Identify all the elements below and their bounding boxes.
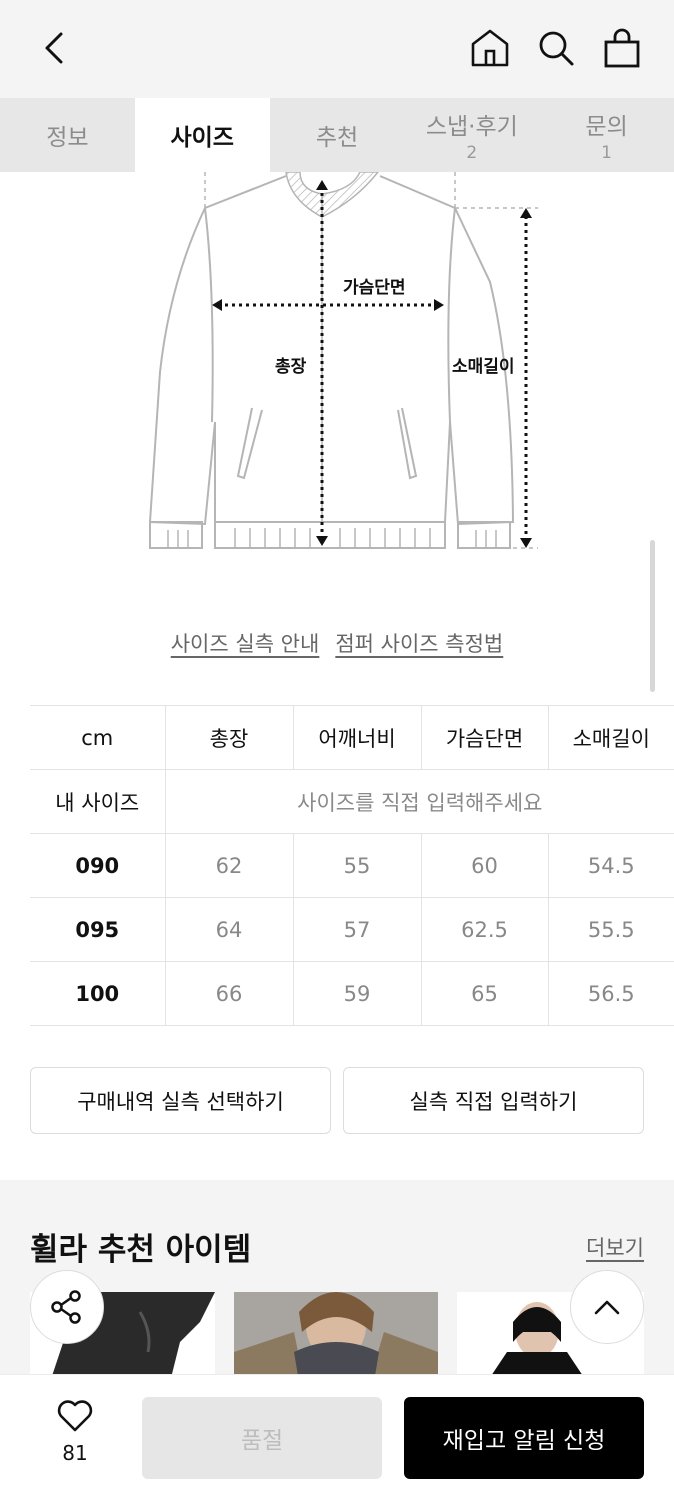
measure-action-buttons: 구매내역 실측 선택하기 실측 직접 입력하기 [30,1067,644,1134]
size-guide-links: 사이즈 실측 안내 점퍼 사이즈 측정법 [0,628,674,658]
table-cell: 62 [164,833,293,898]
tab-info[interactable]: 정보 [0,98,135,172]
table-row: 090 62 55 60 54.5 [30,833,674,898]
recommend-section: 휠라 추천 아이템 더보기 [0,1180,674,1375]
size-diagram: 가슴단면 총장 소매길이 [0,171,674,572]
like-button[interactable]: 81 [40,1399,110,1465]
table-cell: 55 [292,833,421,898]
tab-snap-review[interactable]: 스냅·후기 2 [404,98,539,172]
home-icon [471,29,509,67]
table-cell: 56.5 [547,961,674,1026]
tab-inquiry[interactable]: 문의 1 [539,98,674,172]
size-table: cm 총장 어깨너비 가슴단면 소매길이 내 사이즈 사이즈를 직접 입력해주세… [30,705,674,1026]
size-label: 095 [30,897,165,962]
size-label: 100 [30,961,165,1026]
table-header-cell: cm [30,705,165,770]
share-icon [51,1290,81,1324]
search-icon [539,31,574,66]
heart-icon [57,1400,93,1432]
table-header-cell: 총장 [164,705,293,770]
table-cell: 66 [164,961,293,1026]
tab-recommend[interactable]: 추천 [270,98,405,172]
soldout-button: 품절 [142,1397,382,1479]
recommend-title: 휠라 추천 아이템 [30,1232,252,1268]
cart-button[interactable] [598,24,646,72]
table-cell: 57 [292,897,421,962]
table-row: 100 66 59 65 56.5 [30,961,674,1026]
manual-measure-button[interactable]: 실측 직접 입력하기 [343,1067,644,1134]
top-header [0,0,674,98]
size-label: 090 [30,833,165,898]
jacket-diagram-illustration [148,171,538,549]
table-header-row: cm 총장 어깨너비 가슴단면 소매길이 [30,705,674,770]
table-header-cell: 가슴단면 [420,705,548,770]
like-count: 81 [62,1441,88,1465]
search-button[interactable] [532,24,580,72]
total-length-label: 총장 [275,357,307,377]
review-count: 2 [466,143,478,163]
more-link[interactable]: 더보기 [586,1232,644,1262]
back-button[interactable] [30,24,78,72]
chevron-up-icon [594,1300,620,1315]
table-cell: 60 [420,833,548,898]
table-header-cell: 소매길이 [547,705,674,770]
my-size-row: 내 사이즈 사이즈를 직접 입력해주세요 [30,769,674,834]
table-cell: 65 [420,961,548,1026]
tab-size[interactable]: 사이즈 [134,98,270,172]
chest-width-label: 가슴단면 [343,278,406,298]
table-cell: 62.5 [420,897,548,962]
restock-notify-button[interactable]: 재입고 알림 신청 [404,1397,644,1479]
my-size-input[interactable]: 사이즈를 직접 입력해주세요 [164,769,674,834]
scroll-top-button[interactable] [570,1270,644,1344]
table-cell: 59 [292,961,421,1026]
table-cell: 54.5 [547,833,674,898]
table-header-cell: 어깨너비 [292,705,421,770]
my-size-label: 내 사이즈 [30,769,165,834]
home-button[interactable] [466,24,514,72]
table-cell: 55.5 [547,897,674,962]
select-from-purchase-button[interactable]: 구매내역 실측 선택하기 [30,1067,331,1134]
sleeve-length-label: 소매길이 [452,357,515,377]
product-tabs: 정보 사이즈 추천 스냅·후기 2 문의 1 [0,98,674,172]
bottom-action-bar: 81 품절 재입고 알림 신청 [0,1374,674,1500]
scrollbar[interactable] [650,540,655,692]
recommend-item-thumbnail[interactable] [234,1292,438,1375]
table-row: 095 64 57 62.5 55.5 [30,897,674,962]
measure-guide-link[interactable]: 점퍼 사이즈 측정법 [335,628,503,658]
size-guide-link[interactable]: 사이즈 실측 안내 [171,628,320,658]
shopping-bag-icon [604,28,640,68]
back-arrow-icon [45,32,63,64]
table-cell: 64 [164,897,293,962]
share-button[interactable] [30,1270,104,1344]
inquiry-count: 1 [601,143,612,163]
